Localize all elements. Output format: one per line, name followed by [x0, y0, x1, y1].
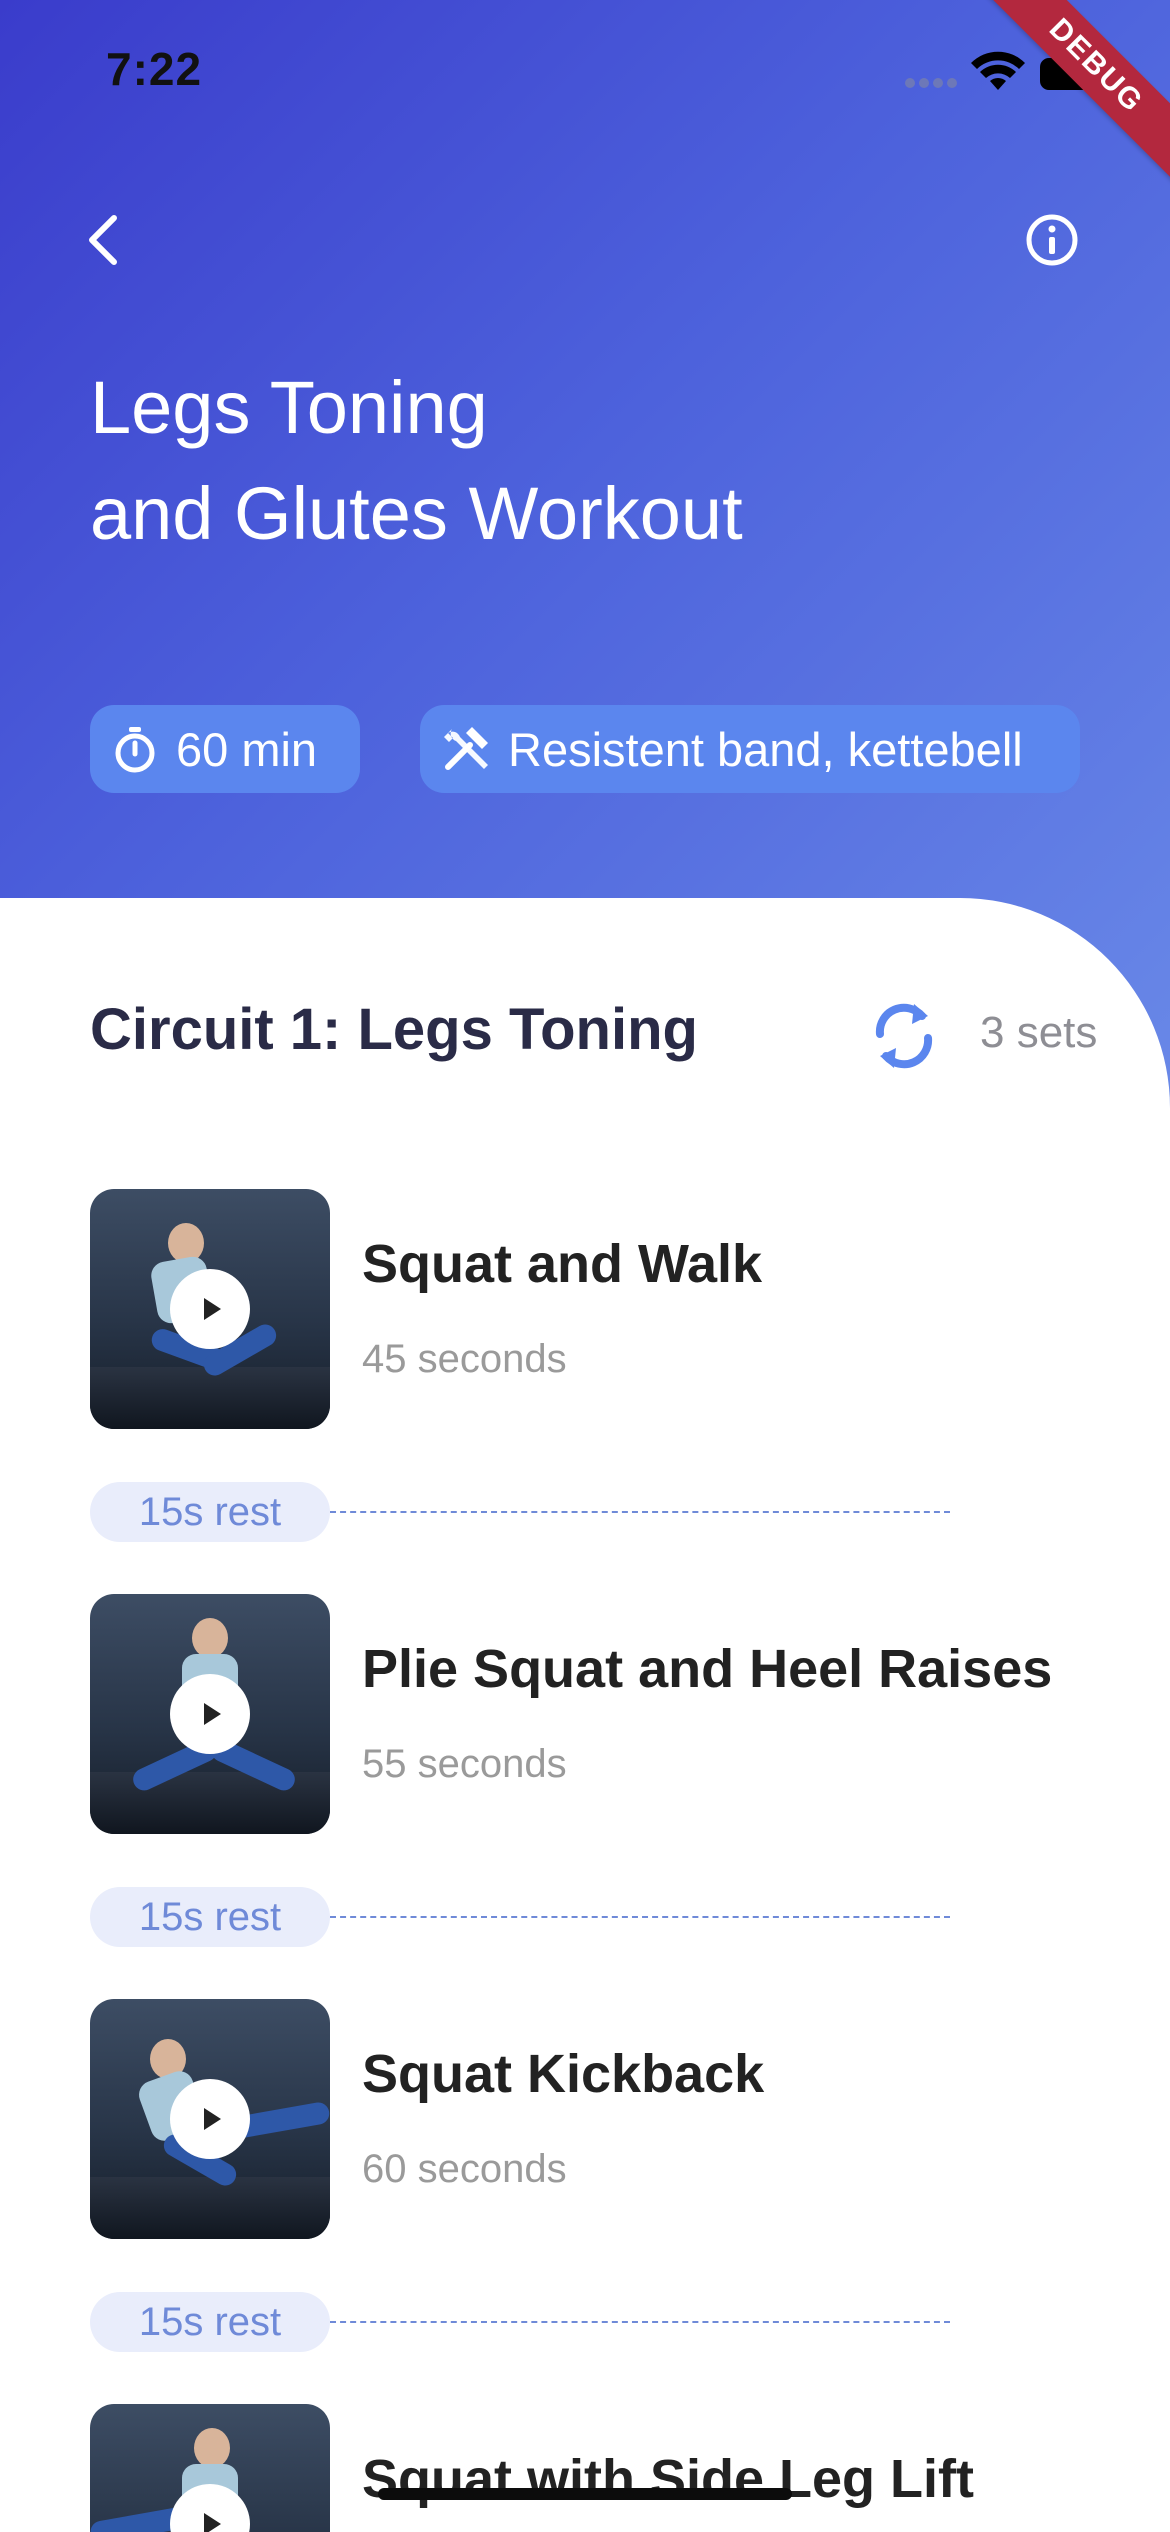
dashed-separator [330, 1511, 950, 1513]
exercise-thumbnail [90, 1189, 330, 1429]
rest-divider: 15s rest [90, 1482, 950, 1542]
exercise-thumbnail [90, 1594, 330, 1834]
home-indicator[interactable] [378, 2488, 792, 2500]
exercise-thumbnail [90, 1999, 330, 2239]
exercise-duration: 55 seconds [362, 1742, 567, 1786]
rest-divider: 15s rest [90, 2292, 950, 2352]
info-icon [1026, 214, 1078, 266]
info-button[interactable] [1020, 208, 1084, 272]
duration-text: 60 min [176, 722, 318, 776]
status-bar: 7:22 [0, 0, 1170, 140]
back-button[interactable] [70, 200, 140, 280]
exercise-item[interactable]: Squat and Walk 45 seconds [90, 1189, 1090, 1429]
timer-icon [115, 727, 155, 773]
wifi-icon [971, 51, 1025, 90]
dashed-separator [330, 1916, 950, 1918]
workout-title-line-2: and Glutes Workout [90, 472, 743, 555]
sets-count: 3 sets [980, 1008, 1098, 1057]
exercise-name: Squat with Side Leg Lift [362, 2449, 974, 2509]
play-button[interactable] [170, 1674, 250, 1754]
exercise-item[interactable]: Plie Squat and Heel Raises 55 seconds [90, 1594, 1090, 1834]
play-icon [204, 2108, 221, 2130]
exercise-name: Squat and Walk [362, 1234, 763, 1294]
play-button[interactable] [170, 1269, 250, 1349]
equipment-chip: Resistent band, kettebell [420, 705, 1080, 793]
exercise-duration: 60 seconds [362, 2147, 567, 2191]
workout-title-line-1: Legs Toning [90, 366, 488, 449]
chevron-left-icon [89, 215, 117, 265]
exercise-item[interactable]: Squat with Side Leg Lift [90, 2404, 1090, 2532]
circuit-panel: Circuit 1: Legs Toning 3 sets Squat and … [0, 898, 1170, 2532]
cellular-signal-icon [905, 78, 959, 90]
exercise-duration: 45 seconds [362, 1337, 567, 1381]
play-icon [204, 1703, 221, 1725]
tools-icon [444, 727, 488, 770]
workout-title: Legs Toning and Glutes Workout [90, 355, 1090, 567]
play-button[interactable] [170, 2079, 250, 2159]
play-icon [204, 1298, 221, 1320]
circuit-title: Circuit 1: Legs Toning [90, 997, 698, 1062]
duration-chip: 60 min [90, 705, 360, 793]
rest-badge: 15s rest [90, 2292, 330, 2352]
rest-badge: 15s rest [90, 1887, 330, 1947]
rest-badge: 15s rest [90, 1482, 330, 1542]
repeat-icon [875, 1003, 933, 1069]
rest-divider: 15s rest [90, 1887, 950, 1947]
play-icon [204, 2513, 221, 2532]
exercise-name: Squat Kickback [362, 2044, 765, 2104]
exercise-name: Plie Squat and Heel Raises [362, 1639, 1053, 1699]
exercise-thumbnail [90, 2404, 330, 2532]
status-time: 7:22 [106, 43, 203, 95]
exercise-item[interactable]: Squat Kickback 60 seconds [90, 1999, 1090, 2239]
dashed-separator [330, 2321, 950, 2323]
equipment-text: Resistent band, kettebell [508, 722, 1023, 776]
